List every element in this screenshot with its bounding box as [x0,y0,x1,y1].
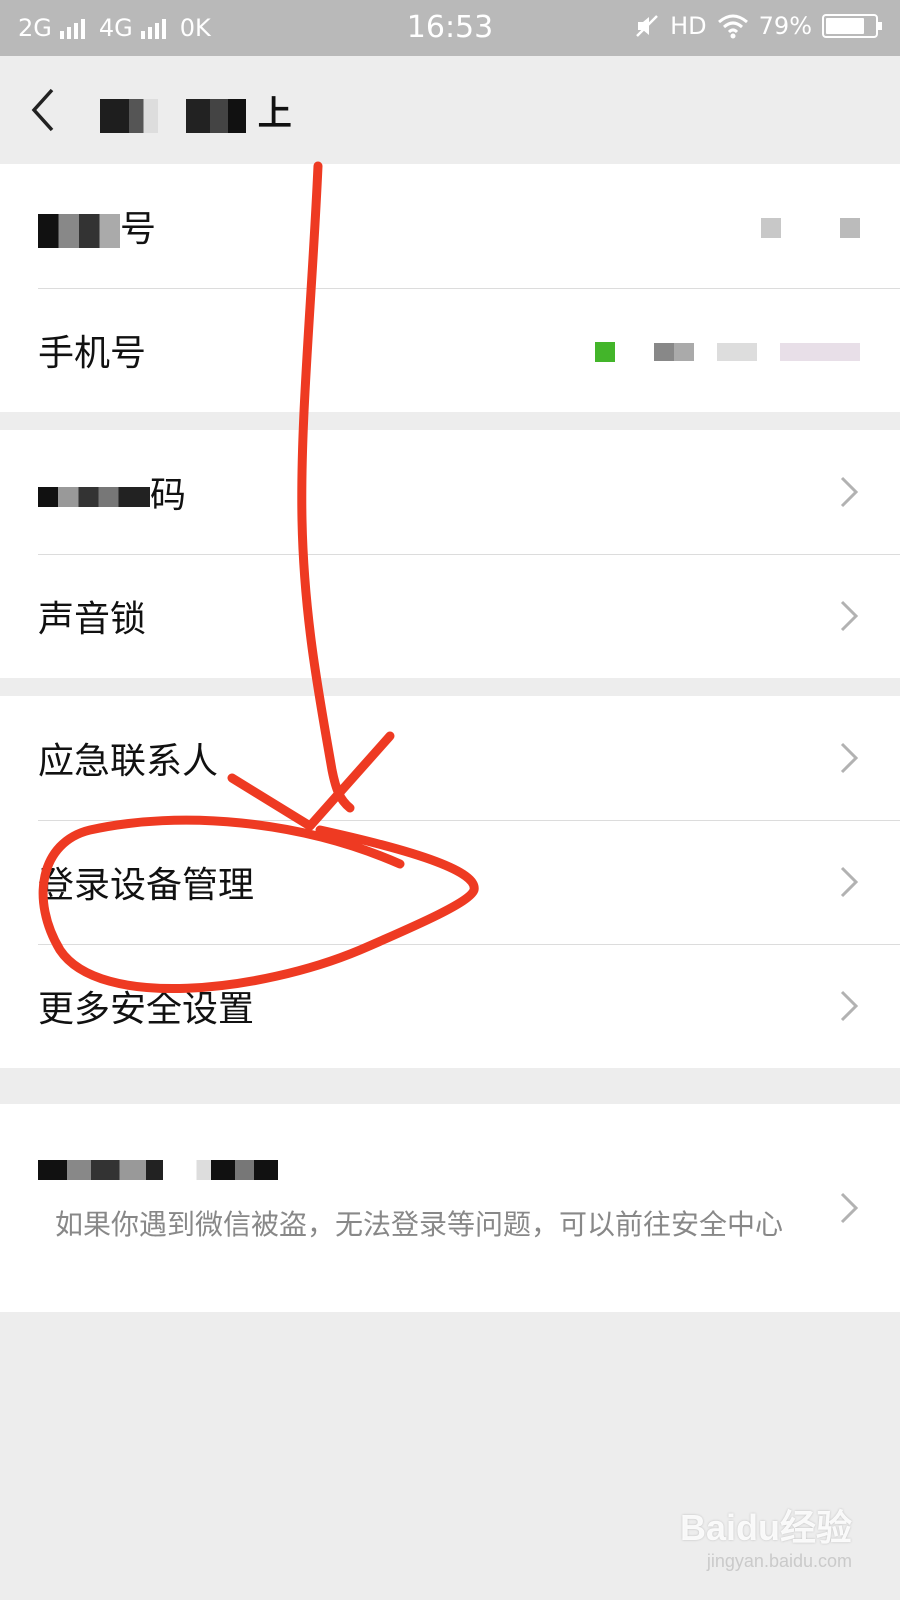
hd-label: HD [670,12,707,40]
account-info-group: 号 手机号 [0,164,900,412]
status-bar: 2G 4G 0K 16:53 HD 79% [0,0,900,56]
account-id-value [761,210,860,243]
battery-icon [822,14,882,38]
chevron-right-icon [840,476,859,508]
back-button[interactable] [22,78,82,142]
phone-number-label: 手机号 [38,333,147,374]
security-center-description: 如果你遇到微信被盗，无法登录等问题，可以前往安全中心 [55,1208,784,1241]
chevron-right-icon [840,600,859,632]
password-label-suffix: 码 [150,475,187,516]
emergency-contact-label: 应急联系人 [38,741,219,782]
battery-percent: 79% [758,12,812,40]
account-id-row[interactable]: 号 [0,164,900,288]
redacted-value [654,342,695,361]
chevron-right-icon [840,990,859,1022]
redacted-title-text [185,98,246,133]
redacted-label [38,214,120,248]
title-bar: 上 [0,56,900,164]
account-id-label: 号 [38,200,156,252]
password-label: 码 [38,466,186,518]
redacted-label [38,487,150,507]
chevron-right-icon [840,742,859,774]
watermark-url: jingyan.baidu.com [706,1551,852,1571]
login-device-management-row[interactable]: 登录设备管理 [0,820,900,944]
page-title: 上 [100,86,292,135]
password-row[interactable]: 码 [0,430,900,554]
redacted-value [780,342,860,361]
mute-icon [636,15,659,37]
watermark-logo: Baidu经验 [679,1507,852,1548]
security-center-row[interactable]: 如果你遇到微信被盗，无法登录等问题，可以前往安全中心 [0,1104,900,1312]
more-security-settings-label: 更多安全设置 [38,989,255,1030]
voice-lock-row[interactable]: 声音锁 [0,554,900,678]
security-center-group: 如果你遇到微信被盗，无法登录等问题，可以前往安全中心 [0,1104,900,1312]
chevron-right-icon [840,1192,859,1224]
security-group: 应急联系人 登录设备管理 更多安全设置 [0,696,900,1068]
voice-lock-label: 声音锁 [38,599,147,640]
emergency-contact-row[interactable]: 应急联系人 [0,696,900,820]
wifi-icon [717,14,748,39]
redacted-title-text [100,98,158,133]
watermark: Baidu经验 jingyan.baidu.com [680,1499,852,1572]
status-right: HD 79% [634,12,882,40]
login-device-management-label: 登录设备管理 [38,865,255,906]
redacted-value [761,217,782,238]
phone-number-value [595,334,860,367]
battery-fill [826,18,864,34]
green-dot [595,341,616,362]
phone-number-row[interactable]: 手机号 [0,288,900,412]
redacted-title [38,1160,278,1180]
redacted-value [717,342,758,361]
redacted-value [840,217,860,238]
password-group: 码 声音锁 [0,430,900,678]
page-title-suffix: 上 [257,94,292,134]
chevron-right-icon [840,866,859,898]
more-security-settings-row[interactable]: 更多安全设置 [0,944,900,1068]
account-id-label-suffix: 号 [120,209,157,250]
back-arrow-icon [31,88,54,132]
